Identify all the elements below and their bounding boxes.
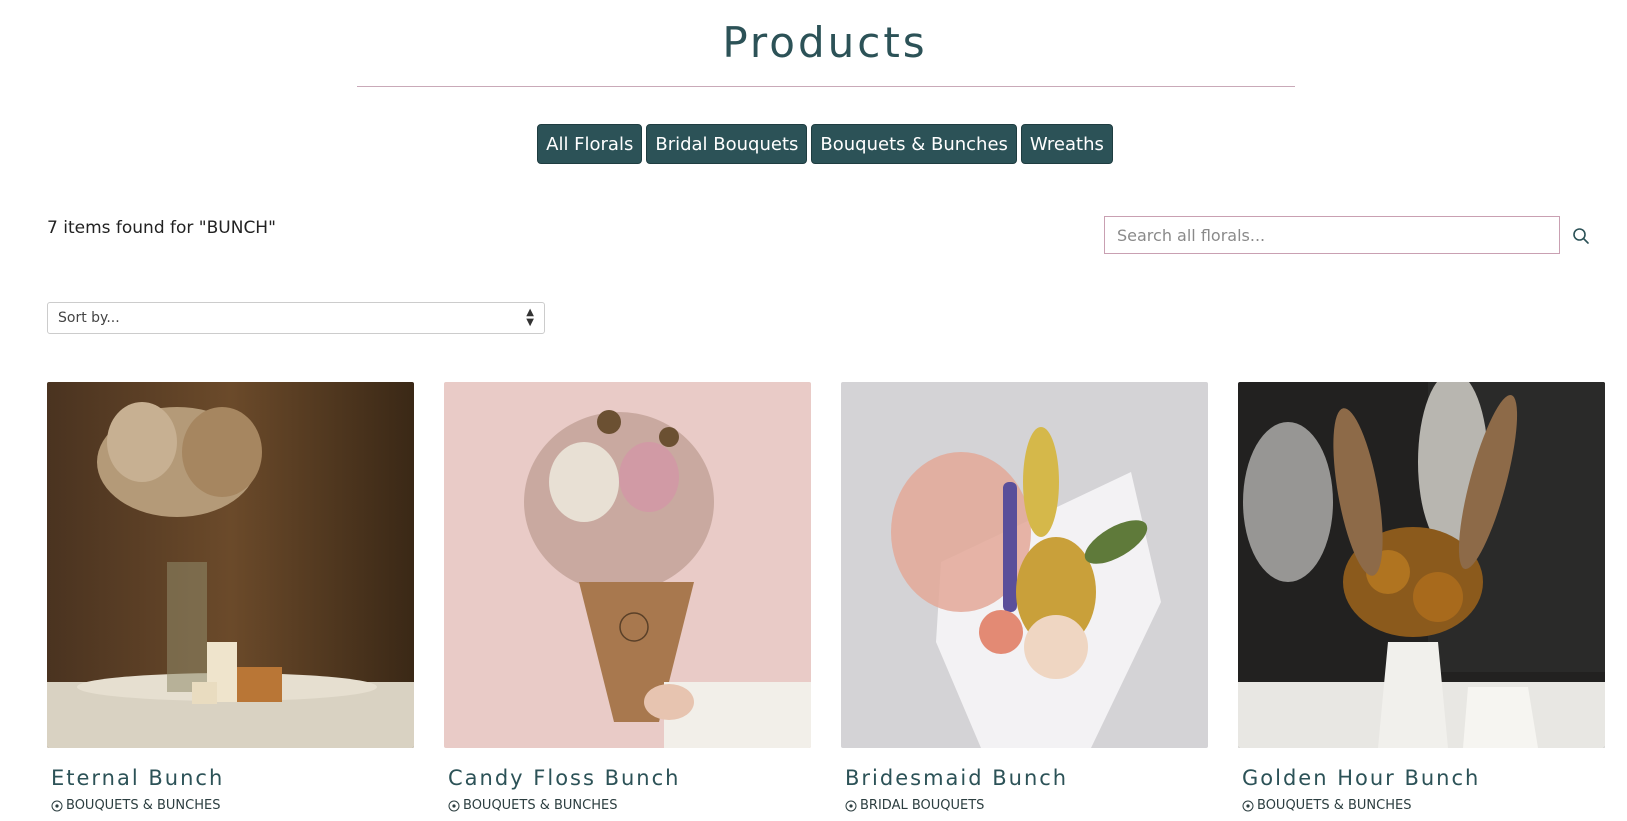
category-wreaths-button[interactable]: Wreaths [1020,124,1113,164]
sort-arrows-icon: ▲ ▼ [526,307,534,328]
product-card[interactable]: Candy Floss Bunch BOUQUETS & BUNCHES [444,382,811,813]
product-card[interactable]: Eternal Bunch BOUQUETS & BUNCHES [47,382,414,813]
results-count: 7 items found for "BUNCH" [47,218,276,238]
flower-icon [1242,800,1254,811]
product-category-label: BRIDAL BOUQUETS [860,798,985,813]
product-image-eternal-bunch[interactable] [47,382,414,748]
product-category: BOUQUETS & BUNCHES [448,798,811,813]
product-card[interactable]: Golden Hour Bunch BOUQUETS & BUNCHES [1238,382,1605,813]
product-category-label: BOUQUETS & BUNCHES [463,798,618,813]
flower-icon [845,800,857,811]
product-name[interactable]: Eternal Bunch [51,766,414,790]
category-nav: All Florals Bridal Bouquets Bouquets & B… [0,124,1627,164]
search-input[interactable] [1105,217,1559,253]
search-icon [1573,228,1589,244]
sort-select[interactable]: Sort by... ▲ ▼ [47,302,545,334]
product-image-candy-floss-bunch[interactable] [444,382,811,748]
product-grid: Eternal Bunch BOUQUETS & BUNCHES Candy F… [47,382,1605,813]
product-category: BRIDAL BOUQUETS [845,798,1208,813]
product-category-label: BOUQUETS & BUNCHES [66,798,221,813]
sort-select-label: Sort by... [58,310,120,326]
category-all-florals-button[interactable]: All Florals [537,124,643,164]
flower-icon [448,800,460,811]
flower-icon [51,800,63,811]
product-name[interactable]: Bridesmaid Bunch [845,766,1208,790]
search-box [1104,216,1560,254]
page-title: Products [722,18,928,67]
product-card[interactable]: Bridesmaid Bunch BRIDAL BOUQUETS [841,382,1208,813]
category-bridal-bouquets-button[interactable]: Bridal Bouquets [646,124,808,164]
product-category: BOUQUETS & BUNCHES [51,798,414,813]
product-name[interactable]: Candy Floss Bunch [448,766,811,790]
product-name[interactable]: Golden Hour Bunch [1242,766,1605,790]
product-image-golden-hour-bunch[interactable] [1238,382,1605,748]
product-category: BOUQUETS & BUNCHES [1242,798,1605,813]
product-category-label: BOUQUETS & BUNCHES [1257,798,1412,813]
product-image-bridesmaid-bunch[interactable] [841,382,1208,748]
title-divider [357,86,1295,87]
category-bouquets-bunches-button[interactable]: Bouquets & Bunches [811,124,1017,164]
search-button[interactable] [1569,224,1593,248]
